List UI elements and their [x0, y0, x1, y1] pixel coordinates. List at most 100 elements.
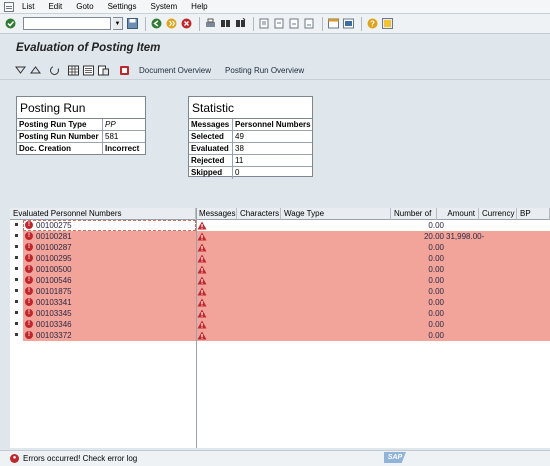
table-row[interactable]: ! 00100500 0.00	[10, 264, 550, 275]
column-bp[interactable]: BP	[517, 208, 550, 220]
expand-node-icon[interactable]	[15, 245, 18, 248]
warning-icon[interactable]	[197, 221, 207, 230]
tree-cell[interactable]: ! 00100287	[10, 242, 196, 253]
personnel-number[interactable]: 00103341	[36, 297, 72, 308]
collapse-icon[interactable]	[29, 65, 41, 77]
last-page-icon[interactable]	[303, 18, 315, 30]
personnel-number[interactable]: 00100281	[36, 231, 72, 242]
create-session-icon[interactable]	[327, 18, 339, 30]
details-icon[interactable]	[97, 65, 109, 77]
menu-settings[interactable]: Settings	[108, 2, 137, 11]
tree-cell[interactable]: ! 00101875	[10, 286, 196, 297]
save-icon[interactable]	[126, 18, 138, 30]
table-row[interactable]: ! 00100287 0.00	[10, 242, 550, 253]
warning-icon[interactable]	[197, 287, 207, 296]
personnel-number[interactable]: 00103345	[36, 308, 72, 319]
menu-system[interactable]: System	[151, 2, 178, 11]
column-messages[interactable]: Messages	[196, 208, 237, 220]
expand-node-icon[interactable]	[15, 289, 18, 292]
expand-node-icon[interactable]	[15, 234, 18, 237]
statistic-box: Statistic Messages Personnel Numbers Sel…	[188, 96, 313, 179]
expand-node-icon[interactable]	[15, 333, 18, 336]
table-row[interactable]: ! 00101875 0.00	[10, 286, 550, 297]
warning-icon[interactable]	[197, 331, 207, 340]
list-view-icon[interactable]	[82, 65, 94, 77]
status-message[interactable]: Errors occurred! Check error log	[23, 454, 137, 463]
expand-icon[interactable]	[14, 65, 26, 77]
warning-icon[interactable]	[197, 254, 207, 263]
back-icon[interactable]	[150, 18, 162, 30]
tree-cell[interactable]: ! 00103341	[10, 297, 196, 308]
command-dropdown-icon[interactable]: ▼	[113, 17, 123, 30]
personnel-number[interactable]: 00100500	[36, 264, 72, 275]
tree-cell[interactable]: ! 00103346	[10, 319, 196, 330]
expand-node-icon[interactable]	[15, 322, 18, 325]
exit-icon[interactable]	[165, 18, 177, 30]
table-row[interactable]: ! 00103341 0.00	[10, 297, 550, 308]
print-icon[interactable]	[204, 18, 216, 30]
tree-cell[interactable]: ! 00100281	[10, 231, 196, 242]
warning-icon[interactable]	[197, 232, 207, 241]
first-page-icon[interactable]	[258, 18, 270, 30]
table-row[interactable]: ! 00103372 0.00	[10, 330, 550, 341]
window-menu-icon[interactable]	[4, 1, 14, 12]
tree-cell[interactable]: ! 00103372	[10, 330, 196, 341]
personnel-number[interactable]: 00100287	[36, 242, 72, 253]
expand-node-icon[interactable]	[15, 278, 18, 281]
warning-icon[interactable]	[197, 320, 207, 329]
document-overview-icon[interactable]	[118, 65, 130, 77]
personnel-number[interactable]: 00103372	[36, 330, 72, 341]
table-row[interactable]: ! 00100546 0.00	[10, 275, 550, 286]
column-number-of[interactable]: Number of	[391, 208, 437, 220]
column-currency[interactable]: Currency	[479, 208, 517, 220]
help-icon[interactable]: ?	[366, 18, 378, 30]
personnel-number[interactable]: 00100295	[36, 253, 72, 264]
personnel-number[interactable]: 00103346	[36, 319, 72, 330]
warning-icon[interactable]	[197, 309, 207, 318]
document-overview-button[interactable]: Document Overview	[139, 66, 211, 75]
expand-node-icon[interactable]	[15, 300, 18, 303]
tree-cell[interactable]: ! 00103345	[10, 308, 196, 319]
warning-icon[interactable]	[197, 276, 207, 285]
column-evaluated-personnel-numbers[interactable]: Evaluated Personnel Numbers	[10, 208, 196, 220]
menu-help[interactable]: Help	[191, 2, 207, 11]
menu-list[interactable]: List	[22, 2, 34, 11]
cancel-icon[interactable]	[180, 18, 192, 30]
personnel-number[interactable]: 00100275	[36, 220, 72, 231]
table-row[interactable]: ! 00100281 20.00 31,998.00-	[10, 231, 550, 242]
tree-cell[interactable]: ! 00100275	[10, 220, 196, 231]
warning-icon[interactable]	[197, 265, 207, 274]
error-status-icon: !	[25, 320, 33, 328]
expand-node-icon[interactable]	[15, 256, 18, 259]
table-row[interactable]: ! 00103346 0.00	[10, 319, 550, 330]
warning-icon[interactable]	[197, 243, 207, 252]
table-row[interactable]: ! 00100295 0.00	[10, 253, 550, 264]
layout-grid-icon[interactable]	[67, 65, 79, 77]
menu-goto[interactable]: Goto	[76, 2, 93, 11]
column-amount[interactable]: Amount	[437, 208, 479, 220]
table-row[interactable]: ! 00103345 0.00	[10, 308, 550, 319]
customize-layout-icon[interactable]	[381, 18, 393, 30]
command-field[interactable]	[23, 17, 111, 30]
menu-edit[interactable]: Edit	[48, 2, 62, 11]
tree-cell[interactable]: ! 00100546	[10, 275, 196, 286]
tree-cell[interactable]: ! 00100295	[10, 253, 196, 264]
expand-node-icon[interactable]	[15, 223, 18, 226]
expand-node-icon[interactable]	[15, 267, 18, 270]
shortcut-icon[interactable]	[342, 18, 354, 30]
find-next-icon[interactable]	[234, 18, 246, 30]
enter-icon[interactable]	[4, 18, 16, 30]
find-icon[interactable]	[219, 18, 231, 30]
tree-cell[interactable]: ! 00100500	[10, 264, 196, 275]
personnel-number[interactable]: 00101875	[36, 286, 72, 297]
next-page-icon[interactable]	[288, 18, 300, 30]
expand-node-icon[interactable]	[15, 311, 18, 314]
posting-run-overview-button[interactable]: Posting Run Overview	[225, 66, 304, 75]
warning-icon[interactable]	[197, 298, 207, 307]
table-row[interactable]: ! 00100275 0.00	[10, 220, 550, 231]
personnel-number[interactable]: 00100546	[36, 275, 72, 286]
column-wage-type[interactable]: Wage Type	[281, 208, 391, 220]
refresh-icon[interactable]	[48, 65, 60, 77]
previous-page-icon[interactable]	[273, 18, 285, 30]
column-characters[interactable]: Characters	[237, 208, 281, 220]
